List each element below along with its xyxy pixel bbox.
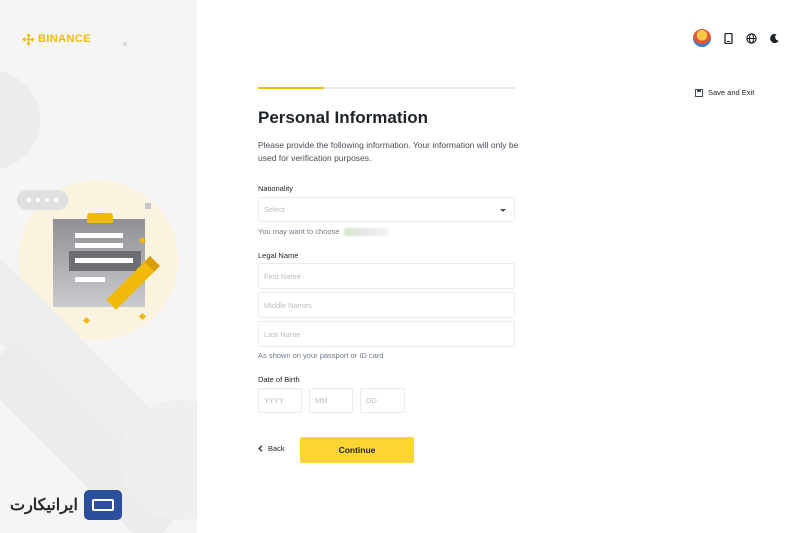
nationality-select[interactable]: Select: [258, 197, 515, 222]
page-description: Please provide the following information…: [258, 140, 519, 163]
mobile-icon[interactable]: [723, 32, 734, 44]
left-panel: BINANCE: [0, 0, 197, 533]
dob-label: Date of Birth: [258, 375, 300, 384]
dob-day-input[interactable]: DD: [360, 388, 405, 413]
dob-year-input[interactable]: YYYY: [258, 388, 302, 413]
nationality-suggestion: You may want to choose: [258, 227, 388, 237]
nationality-label: Nationality: [258, 184, 294, 193]
legal-name-label: Legal Name: [258, 251, 299, 260]
suggested-country-link[interactable]: [343, 228, 388, 237]
chat-bubble-illustration: [17, 190, 68, 210]
nationality-hint: You may want to choose: [258, 227, 340, 236]
caret-down-icon: [500, 209, 506, 212]
save-and-exit-button[interactable]: Save and Exit: [695, 88, 754, 97]
binance-logo-icon: [22, 32, 35, 46]
legal-name-hint: As shown on your passport or ID card: [258, 351, 384, 360]
back-label: Back: [268, 444, 285, 453]
first-name-placeholder: First Name: [264, 271, 301, 281]
first-name-input[interactable]: First Name: [258, 263, 515, 289]
back-button[interactable]: Back: [258, 444, 285, 453]
continue-button[interactable]: Continue: [300, 437, 414, 463]
globe-icon[interactable]: [746, 32, 757, 44]
watermark-text: ایرانیکارت: [10, 497, 78, 514]
dob-year-placeholder: YYYY: [264, 396, 285, 405]
progress-bar: [258, 87, 516, 89]
save-and-exit-label: Save and Exit: [708, 88, 755, 97]
card-icon: [83, 490, 122, 520]
decor-dot: [123, 42, 127, 46]
middle-names-placeholder: Middle Names: [264, 300, 312, 310]
chevron-left-icon: [258, 445, 263, 452]
save-icon: [695, 88, 703, 97]
decor-circle: [0, 70, 40, 170]
middle-names-input[interactable]: Middle Names: [258, 292, 515, 318]
last-name-placeholder: Last Name: [264, 329, 301, 339]
last-name-input[interactable]: Last Name: [258, 321, 515, 347]
watermark: ایرانیکارت: [10, 490, 122, 520]
dob-month-input[interactable]: MM: [309, 388, 353, 413]
brand-name: BINANCE: [38, 33, 91, 45]
nationality-placeholder: Select: [264, 205, 285, 214]
decor-square: [145, 203, 151, 209]
dob-day-placeholder: DD: [366, 396, 377, 405]
header-icons: [693, 29, 780, 47]
moon-icon[interactable]: [769, 33, 780, 44]
page: BINANCE ایرانیکارت Save and Exit Persona…: [0, 0, 800, 533]
avatar[interactable]: [693, 29, 711, 47]
dob-month-placeholder: MM: [315, 396, 328, 405]
binance-logo[interactable]: BINANCE: [22, 32, 91, 46]
page-title: Personal Information: [258, 108, 429, 127]
